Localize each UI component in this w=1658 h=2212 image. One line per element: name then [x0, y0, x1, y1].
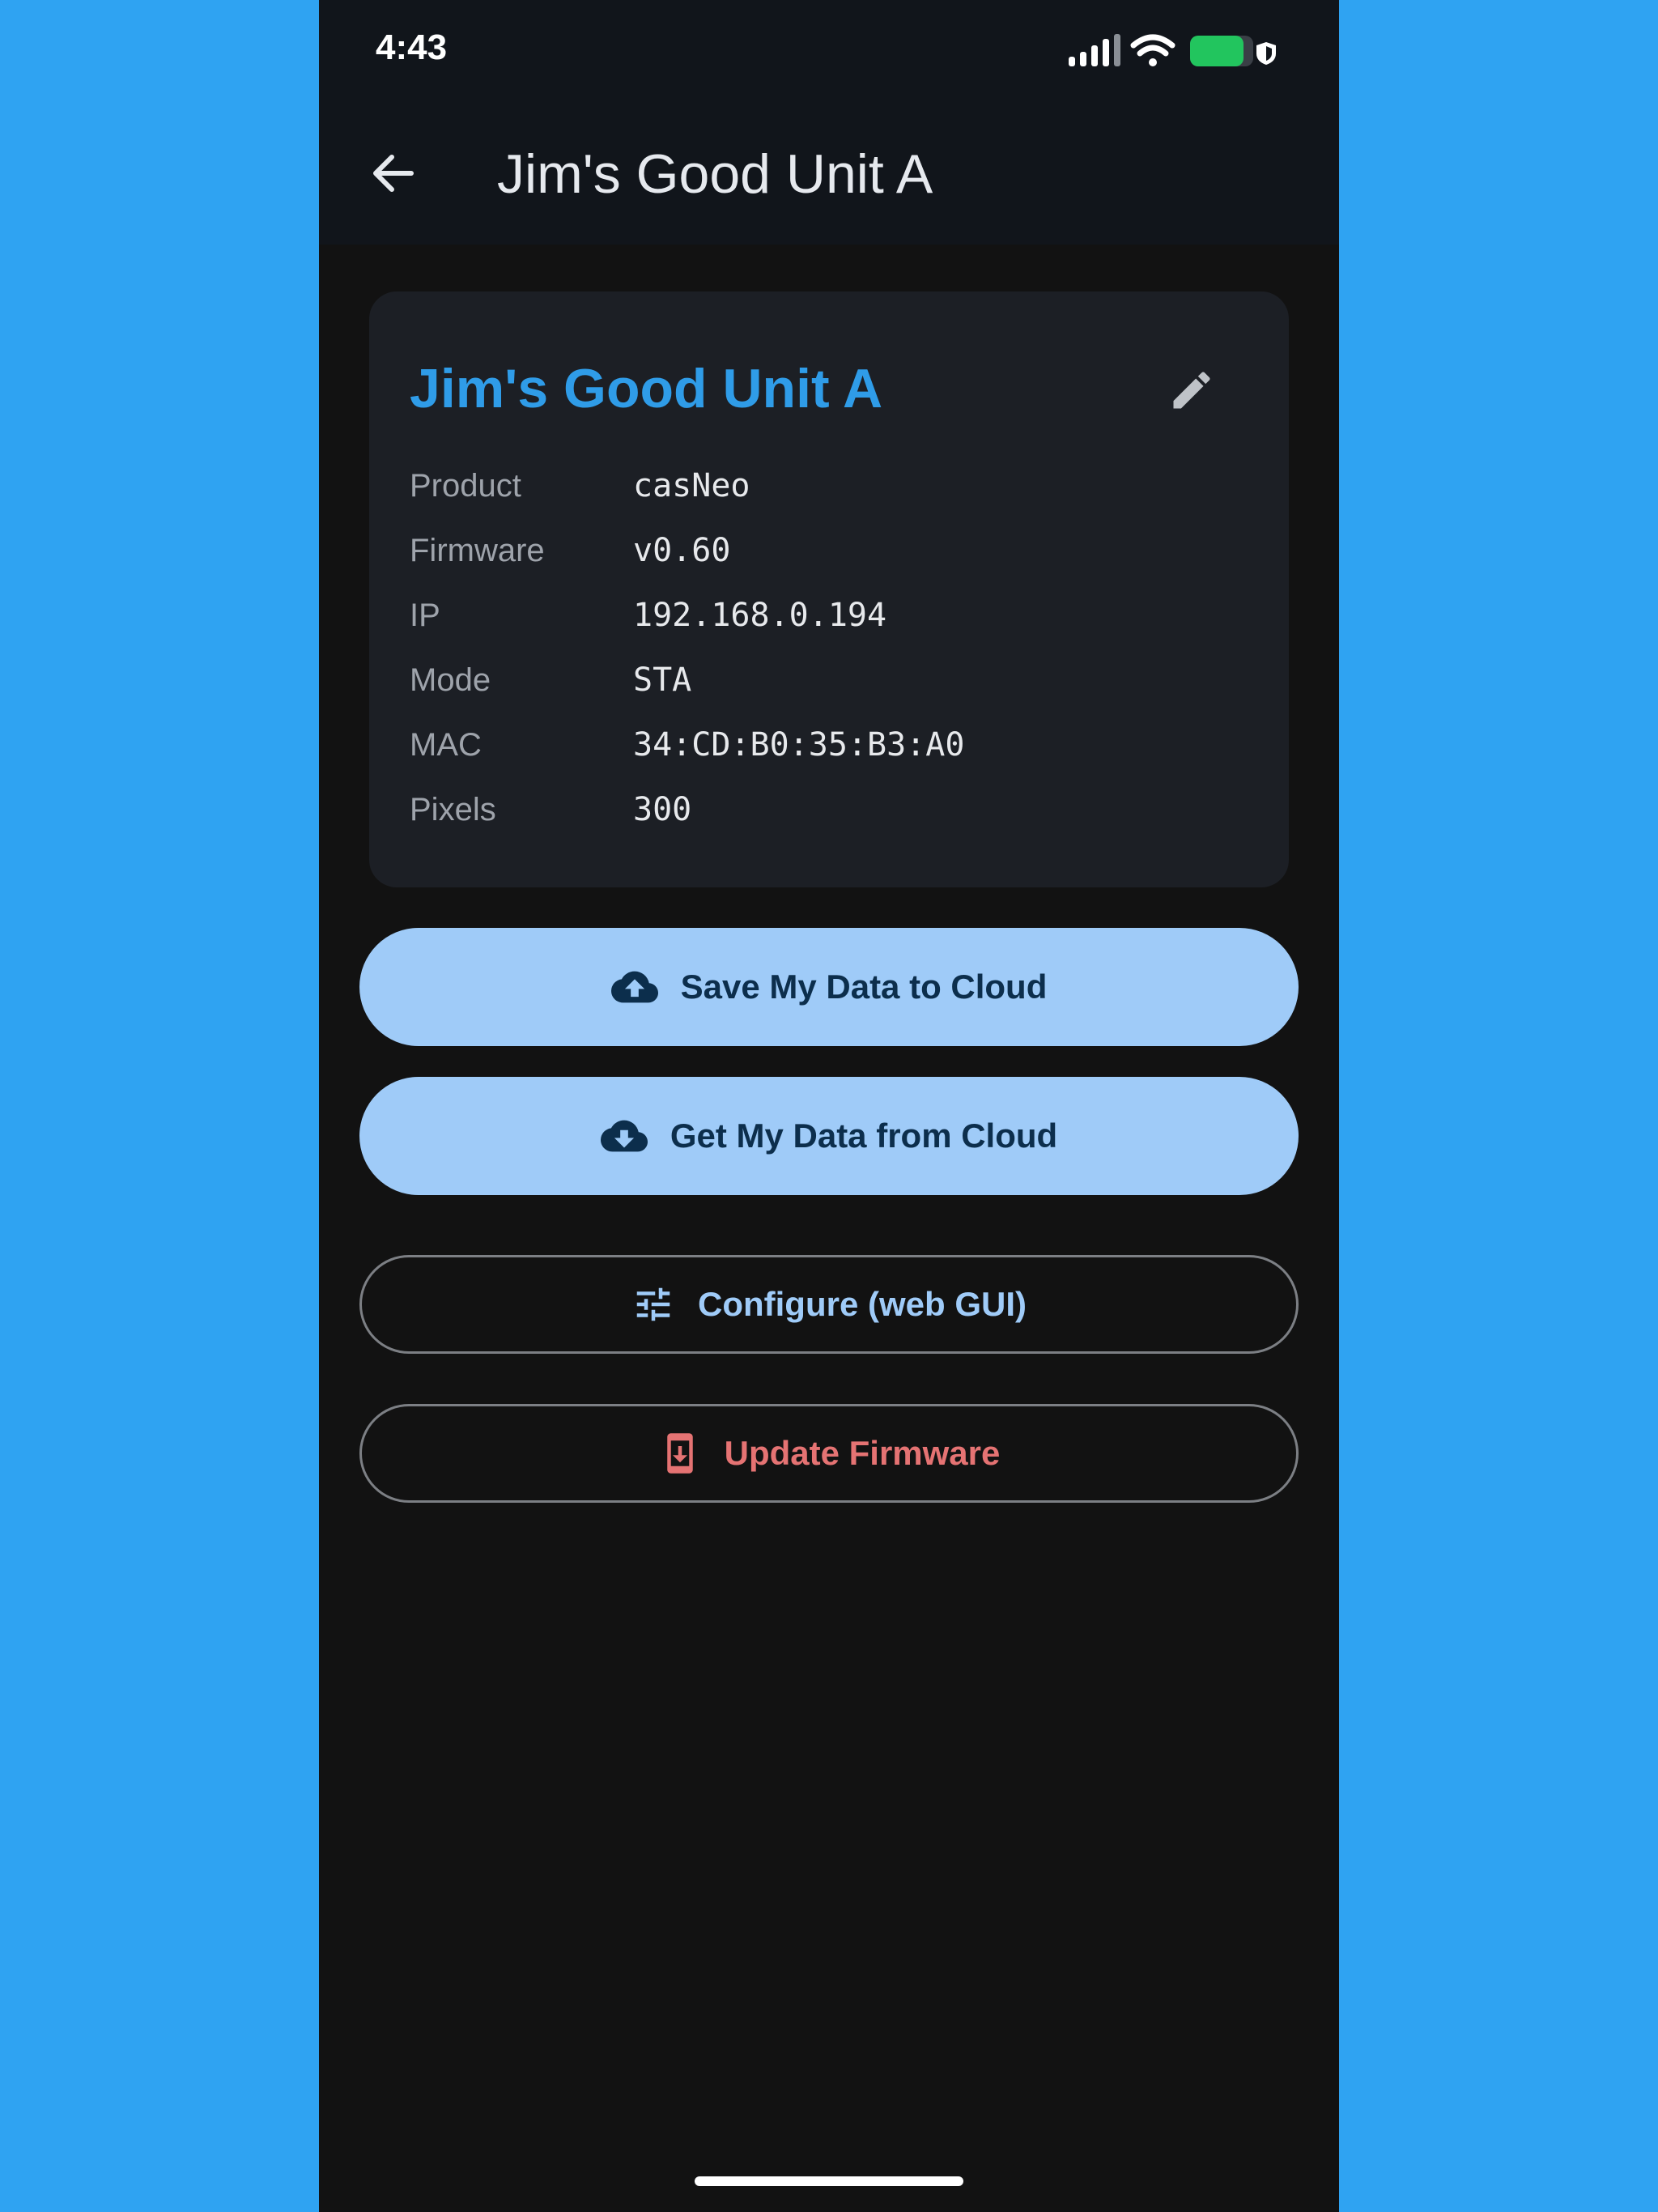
configure-web-gui-label: Configure (web GUI) [698, 1285, 1027, 1323]
info-value: v0.60 [633, 532, 731, 569]
configure-web-gui-button[interactable]: Configure (web GUI) [359, 1255, 1299, 1354]
status-bar: 4:43 [319, 0, 1339, 105]
info-row-ip: IP 192.168.0.194 [410, 591, 1219, 656]
tune-icon [636, 1287, 670, 1321]
save-to-cloud-button[interactable]: Save My Data to Cloud [359, 928, 1299, 1046]
get-from-cloud-button[interactable]: Get My Data from Cloud [359, 1077, 1299, 1195]
page-title: Jim's Good Unit A [497, 143, 933, 205]
info-row-mode: Mode STA [410, 656, 1219, 721]
info-row-pixels: Pixels 300 [410, 785, 1219, 850]
info-label: IP [410, 598, 440, 633]
save-to-cloud-label: Save My Data to Cloud [680, 968, 1048, 1006]
arrow-back-icon[interactable] [364, 144, 423, 202]
pencil-icon[interactable] [1167, 366, 1216, 415]
status-time: 4:43 [376, 28, 448, 67]
update-firmware-button[interactable]: Update Firmware [359, 1404, 1299, 1503]
info-label: Pixels [410, 792, 496, 827]
cloud-upload-icon [610, 971, 658, 1003]
info-row-mac: MAC 34:CD:B0:35:B3:A0 [410, 721, 1219, 785]
cellular-signal-icon [1069, 34, 1120, 66]
get-from-cloud-label: Get My Data from Cloud [670, 1117, 1058, 1155]
home-indicator[interactable] [695, 2176, 963, 2186]
device-name: Jim's Good Unit A [410, 358, 883, 419]
info-value: 300 [633, 791, 692, 828]
info-row-product: Product casNeo [410, 462, 1219, 526]
info-row-firmware: Firmware v0.60 [410, 526, 1219, 591]
info-value: casNeo [633, 467, 750, 504]
info-label: Firmware [410, 533, 545, 568]
status-icons [1069, 34, 1276, 66]
wifi-icon [1130, 34, 1175, 66]
battery-icon [1190, 36, 1276, 66]
info-value: STA [633, 661, 692, 699]
phone-screen: 4:43 Jim's Good Unit A Jim's Good Unit A… [319, 0, 1339, 2212]
info-value: 34:CD:B0:35:B3:A0 [633, 726, 965, 764]
system-update-icon [666, 1433, 693, 1474]
info-label: Mode [410, 662, 491, 698]
app-bar: Jim's Good Unit A [319, 105, 1339, 245]
info-label: Product [410, 468, 521, 504]
device-info-list: Product casNeo Firmware v0.60 IP 192.168… [410, 462, 1219, 850]
cloud-download-icon [600, 1120, 648, 1152]
update-firmware-label: Update Firmware [724, 1434, 1001, 1472]
info-label: MAC [410, 727, 482, 763]
info-value: 192.168.0.194 [633, 597, 887, 634]
device-info-card: Jim's Good Unit A Product casNeo Firmwar… [369, 291, 1289, 887]
